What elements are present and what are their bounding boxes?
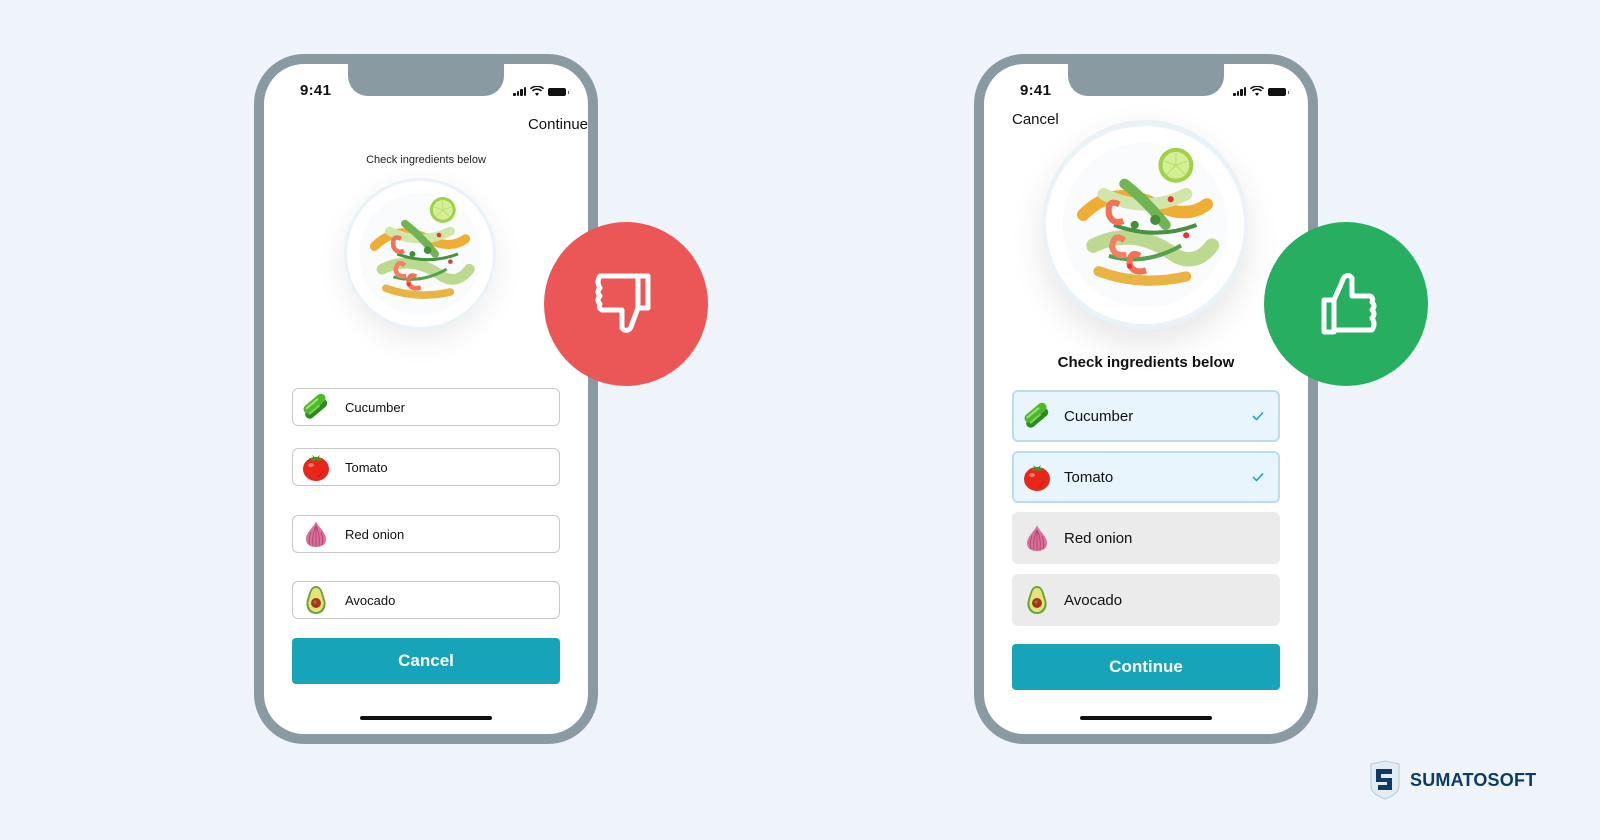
ingredient-label: Cucumber <box>345 399 405 415</box>
status-icons <box>1233 84 1289 96</box>
tomato-icon <box>299 450 333 484</box>
ingredient-label: Red onion <box>1064 529 1133 547</box>
ingredient-label: Red onion <box>345 526 405 542</box>
ingredient-item-tomato[interactable]: Tomato <box>1012 451 1280 503</box>
battery-icon <box>548 88 569 96</box>
ingredient-label: Avocado <box>1064 591 1123 609</box>
home-indicator <box>360 716 492 720</box>
cucumber-icon <box>1020 399 1054 433</box>
brand-name: SUMATOSOFT <box>1410 769 1537 790</box>
battery-icon <box>1268 88 1289 96</box>
ingredient-label: Cucumber <box>1064 407 1134 425</box>
tomato-icon <box>1020 460 1054 494</box>
page-heading: Check ingredients below <box>1057 354 1235 371</box>
wifi-icon <box>1250 86 1264 96</box>
thumbs-down-icon <box>595 273 651 333</box>
status-time: 9:41 <box>300 82 332 99</box>
ingredient-item-red-onion[interactable]: Red onion <box>1012 512 1280 564</box>
checkmark-icon <box>1252 411 1264 421</box>
phone-mockup-bad: 9:41 Continue Check ingredients below Cu… <box>254 54 598 744</box>
thumbs-up-icon <box>1321 273 1377 335</box>
ingredient-item-red-onion[interactable]: Red onion <box>292 515 560 553</box>
ingredient-item-cucumber[interactable]: Cucumber <box>1012 390 1280 442</box>
ingredient-item-tomato[interactable]: Tomato <box>292 448 560 486</box>
avocado-icon <box>299 583 333 617</box>
phone-notch <box>348 64 504 96</box>
ingredient-item-avocado[interactable]: Avocado <box>292 581 560 619</box>
page-heading: Check ingredients below <box>366 154 486 166</box>
sumatosoft-logo-icon <box>1370 760 1400 800</box>
status-time: 9:41 <box>1020 82 1052 99</box>
status-icons <box>513 84 569 96</box>
continue-button[interactable]: Continue <box>1012 644 1280 690</box>
salad-image <box>1042 120 1248 330</box>
red-onion-icon <box>1020 521 1054 555</box>
checkmark-icon <box>1252 472 1264 482</box>
ingredient-label: Tomato <box>345 459 388 475</box>
bad-example-badge <box>544 222 708 386</box>
ingredient-item-cucumber[interactable]: Cucumber <box>292 388 560 426</box>
ingredient-label: Avocado <box>345 592 396 608</box>
ingredient-label: Tomato <box>1064 468 1114 486</box>
phone-notch <box>1068 64 1224 96</box>
avocado-icon <box>1020 583 1054 617</box>
cancel-link[interactable]: Cancel <box>1012 111 1059 128</box>
good-example-badge <box>1264 222 1428 386</box>
cancel-button[interactable]: Cancel <box>292 638 560 684</box>
continue-link[interactable]: Continue <box>528 116 588 133</box>
ingredient-item-avocado[interactable]: Avocado <box>1012 574 1280 626</box>
salad-image <box>344 178 496 330</box>
brand-logo: SUMATOSOFT <box>1368 760 1536 800</box>
red-onion-icon <box>299 517 333 551</box>
signal-icon <box>513 86 526 96</box>
phone-mockup-good: 9:41 Cancel Check ingredients below Cucu… <box>974 54 1318 744</box>
home-indicator <box>1080 716 1212 720</box>
signal-icon <box>1233 86 1246 96</box>
cucumber-icon <box>299 390 333 424</box>
wifi-icon <box>530 86 544 96</box>
